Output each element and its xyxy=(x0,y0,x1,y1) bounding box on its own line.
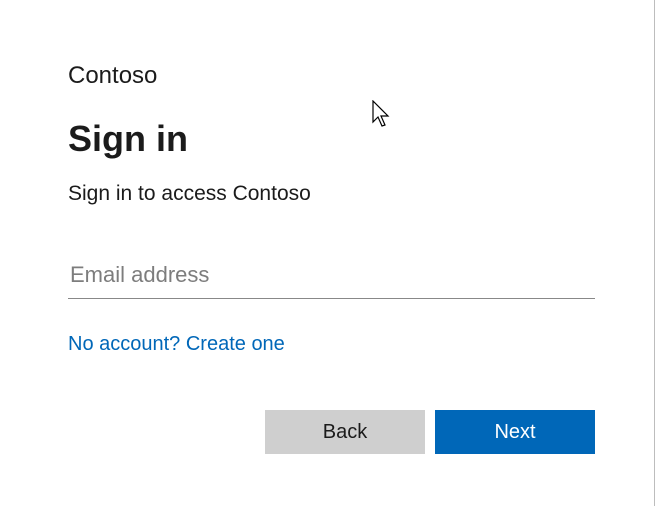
back-button[interactable]: Back xyxy=(265,410,425,454)
signin-card: Contoso Sign in Sign in to access Contos… xyxy=(0,0,663,494)
email-field[interactable] xyxy=(68,256,595,299)
page-title: Sign in xyxy=(68,118,595,160)
right-border xyxy=(654,0,655,506)
brand-name: Contoso xyxy=(68,62,595,90)
create-account-link[interactable]: No account? Create one xyxy=(68,333,285,356)
page-subtitle: Sign in to access Contoso xyxy=(68,182,595,206)
next-button[interactable]: Next xyxy=(435,410,595,454)
button-row: Back Next xyxy=(68,410,595,454)
